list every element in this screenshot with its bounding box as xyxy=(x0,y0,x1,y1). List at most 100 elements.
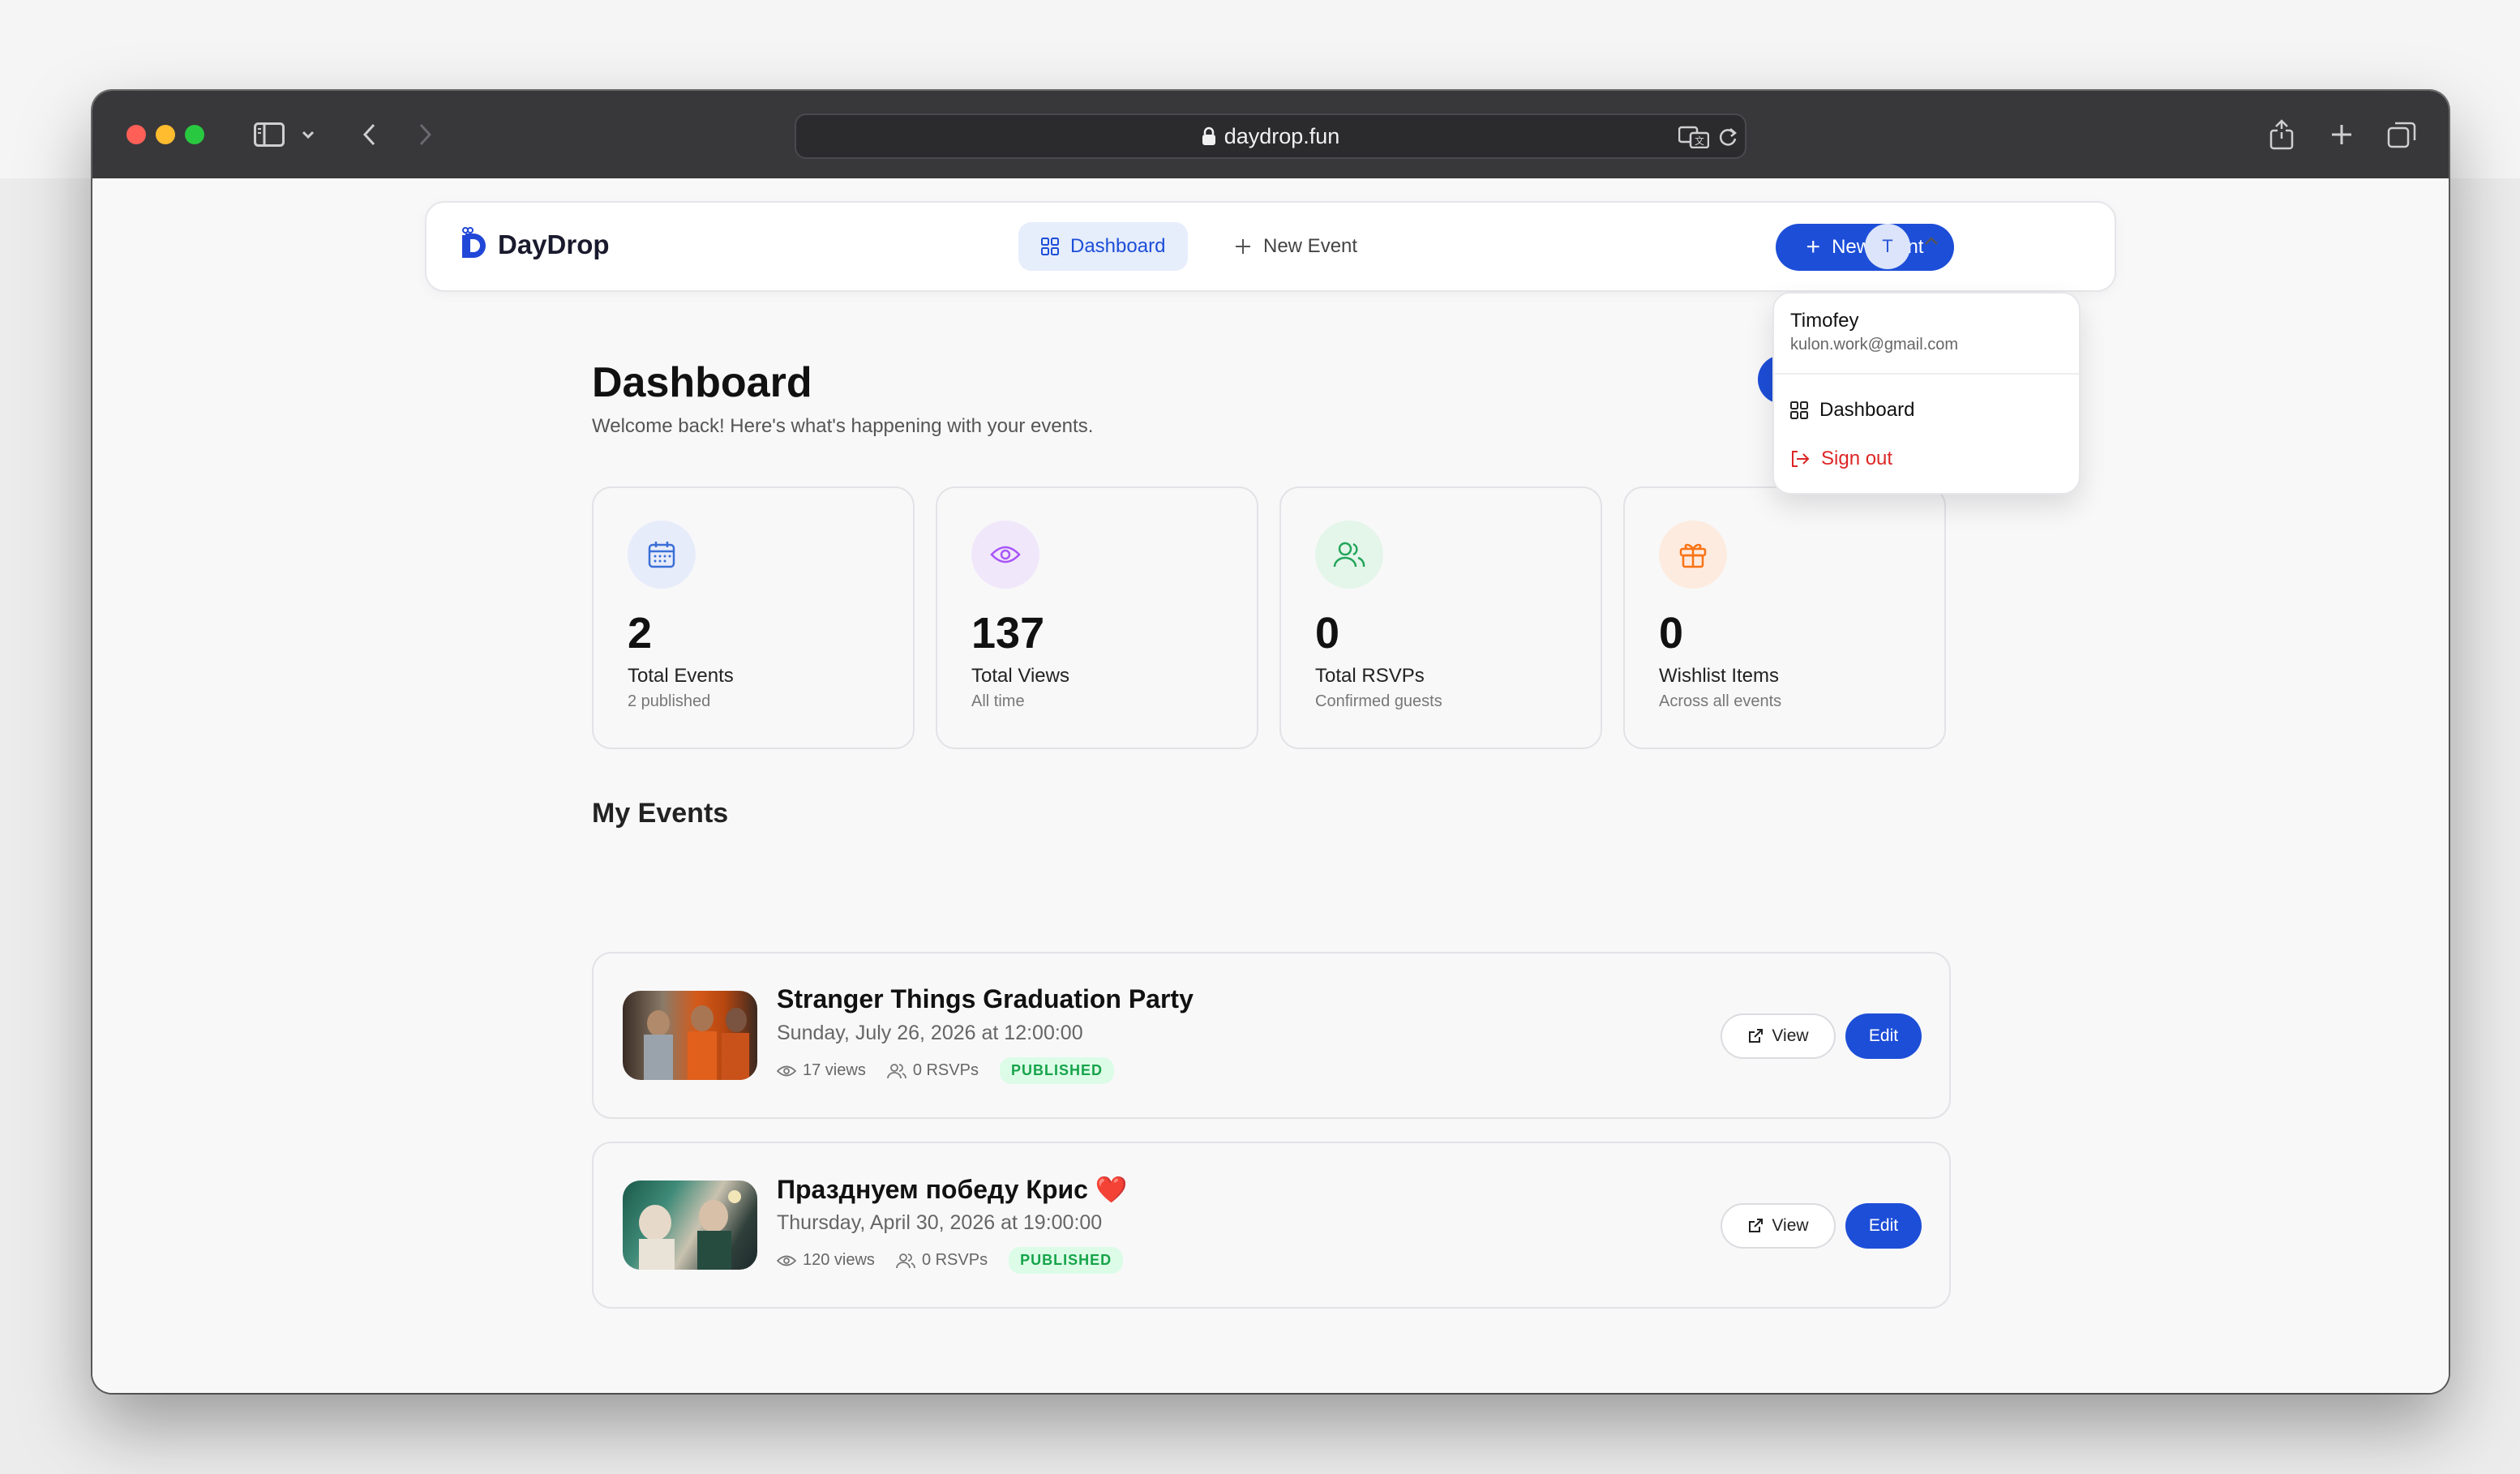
url-text: daydrop.fun xyxy=(1224,123,1340,148)
stat-card-total-rsvps: 0 Total RSVPs Confirmed guests xyxy=(1279,486,1602,749)
event-meta: 120 views 0 RSVPs PUBLISHED xyxy=(777,1247,1124,1274)
stat-sub: Across all events xyxy=(1659,692,1782,710)
event-views: 120 views xyxy=(803,1251,875,1269)
grid-icon xyxy=(1041,238,1059,255)
view-button-label: View xyxy=(1772,1026,1809,1045)
avatar[interactable]: T xyxy=(1865,224,1910,269)
stat-value: 0 xyxy=(1659,609,1684,658)
event-rsvps: 0 RSVPs xyxy=(921,1251,988,1269)
stat-label: Total Events xyxy=(628,665,734,687)
event-thumbnail xyxy=(623,991,757,1080)
event-card[interactable]: Празднуем победу Крис ❤️ Thursday, April… xyxy=(592,1142,1951,1309)
daydrop-logo[interactable]: DayDrop xyxy=(461,227,610,263)
tab-new-event-label: New Event xyxy=(1263,235,1358,257)
menu-divider xyxy=(1774,373,2079,375)
event-title[interactable]: Празднуем победу Крис ❤️ xyxy=(777,1174,1128,1205)
stat-sub: 2 published xyxy=(628,692,711,710)
eye-icon xyxy=(777,1065,796,1076)
stat-icon-bg xyxy=(1659,521,1727,589)
stat-label: Total Views xyxy=(971,665,1069,687)
new-tab-icon[interactable] xyxy=(2327,117,2356,152)
stat-icon-bg xyxy=(628,521,696,589)
chevron-down-icon[interactable] xyxy=(298,117,318,152)
forward-icon[interactable] xyxy=(414,117,438,152)
maximize-window-button[interactable] xyxy=(185,125,204,144)
page-title: Dashboard xyxy=(592,359,812,406)
stat-icon-bg xyxy=(1315,521,1383,589)
view-button[interactable]: View xyxy=(1721,1013,1836,1059)
avatar-initial: T xyxy=(1882,236,1893,256)
stat-card-wishlist-items: 0 Wishlist Items Across all events xyxy=(1623,486,1946,749)
edit-button[interactable]: Edit xyxy=(1845,1013,1922,1059)
users-icon xyxy=(1333,542,1365,568)
grid-icon xyxy=(1790,401,1808,419)
external-link-icon xyxy=(1749,1029,1764,1043)
eye-icon xyxy=(777,1255,796,1266)
menu-item-label: Dashboard xyxy=(1819,399,1915,421)
user-name: Timofey xyxy=(1790,310,1859,332)
edit-button[interactable]: Edit xyxy=(1845,1203,1922,1249)
users-icon xyxy=(886,1063,906,1078)
stat-icon-bg xyxy=(971,521,1039,589)
menu-item-dashboard[interactable]: Dashboard xyxy=(1790,396,1914,425)
edit-button-label: Edit xyxy=(1868,1216,1899,1235)
event-date: Sunday, July 26, 2026 at 12:00:00 xyxy=(777,1022,1083,1044)
stat-sub: All time xyxy=(971,692,1025,710)
reload-icon[interactable] xyxy=(1717,125,1738,149)
top-navbar: DayDrop Dashboard New Event + New event … xyxy=(425,201,2116,292)
user-menu-dropdown: Timofey kulon.work@gmail.com Dashboard S… xyxy=(1772,292,2081,495)
calendar-icon xyxy=(648,542,675,568)
gift-icon xyxy=(1679,543,1707,568)
chevron-up-icon[interactable] xyxy=(1923,235,1939,251)
stat-label: Wishlist Items xyxy=(1659,665,1780,687)
status-badge: PUBLISHED xyxy=(999,1057,1114,1084)
svg-text:文: 文 xyxy=(1695,135,1704,147)
menu-item-label: Sign out xyxy=(1821,448,1893,469)
minimize-window-button[interactable] xyxy=(156,125,175,144)
event-views: 17 views xyxy=(803,1061,866,1079)
stat-label: Total RSVPs xyxy=(1315,665,1425,687)
edit-button-label: Edit xyxy=(1868,1026,1899,1045)
event-title[interactable]: Stranger Things Graduation Party xyxy=(777,984,1194,1014)
logo-text: DayDrop xyxy=(498,229,610,259)
stat-card-total-views: 137 Total Views All time xyxy=(936,486,1258,749)
plus-icon: + xyxy=(1806,234,1821,260)
stat-sub: Confirmed guests xyxy=(1315,692,1442,710)
browser-window: daydrop.fun 文 DayDrop Dashboard New Even… xyxy=(92,91,2449,1393)
page-content: DayDrop Dashboard New Event + New event … xyxy=(92,178,2449,1393)
address-bar[interactable]: daydrop.fun 文 xyxy=(795,114,1746,159)
tab-dashboard-label: Dashboard xyxy=(1070,235,1166,257)
my-events-heading: My Events xyxy=(592,798,729,829)
sidebar-toggle-icon[interactable] xyxy=(251,117,287,152)
external-link-icon xyxy=(1749,1219,1764,1232)
users-icon xyxy=(896,1253,915,1268)
view-button[interactable]: View xyxy=(1721,1203,1836,1249)
tab-overview-icon[interactable] xyxy=(2385,117,2418,152)
sign-out-icon xyxy=(1792,451,1810,467)
stat-card-total-events: 2 Total Events 2 published xyxy=(592,486,915,749)
event-rsvps: 0 RSVPs xyxy=(912,1061,979,1079)
user-email: kulon.work@gmail.com xyxy=(1790,336,1959,354)
logo-icon xyxy=(462,227,486,258)
close-window-button[interactable] xyxy=(126,125,146,144)
page-subtitle: Welcome back! Here's what's happening wi… xyxy=(592,415,1094,437)
lock-icon xyxy=(1202,126,1215,145)
view-button-label: View xyxy=(1772,1216,1809,1235)
event-meta: 17 views 0 RSVPs PUBLISHED xyxy=(777,1057,1114,1084)
eye-icon xyxy=(990,546,1021,563)
stat-value: 2 xyxy=(628,609,653,658)
menu-item-sign-out[interactable]: Sign out xyxy=(1790,444,1892,473)
event-thumbnail xyxy=(623,1180,757,1270)
tab-new-event[interactable]: New Event xyxy=(1211,222,1380,271)
plus-icon xyxy=(1236,239,1250,254)
back-icon[interactable] xyxy=(357,117,381,152)
stat-value: 0 xyxy=(1315,609,1340,658)
stat-value: 137 xyxy=(971,609,1045,658)
browser-toolbar: daydrop.fun 文 xyxy=(92,91,2449,178)
share-icon[interactable] xyxy=(2267,117,2296,152)
event-date: Thursday, April 30, 2026 at 19:00:00 xyxy=(777,1211,1103,1234)
status-badge: PUBLISHED xyxy=(1009,1247,1124,1274)
event-card[interactable]: Stranger Things Graduation Party Sunday,… xyxy=(592,952,1951,1119)
tab-dashboard[interactable]: Dashboard xyxy=(1018,222,1189,271)
translate-icon[interactable]: 文 xyxy=(1678,125,1709,149)
